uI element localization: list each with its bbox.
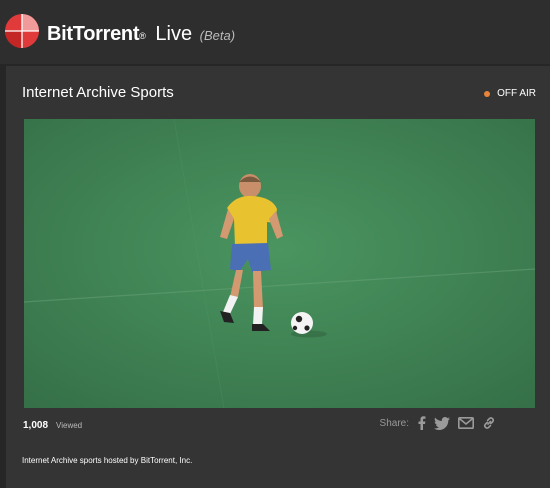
channel-description: Internet Archive sports hosted by BitTor… <box>22 456 193 465</box>
twitter-icon[interactable] <box>434 416 450 430</box>
view-count-label: Viewed <box>56 421 83 430</box>
channel-card: Internet Archive Sports OFF AIR 1,008 Vi… <box>6 66 550 488</box>
status-label: OFF AIR <box>497 88 536 99</box>
facebook-icon[interactable] <box>417 416 426 430</box>
share-label: Share: <box>379 417 409 429</box>
view-count-value: 1,008 <box>23 420 49 431</box>
share-bar: Share: <box>380 416 504 430</box>
email-icon[interactable] <box>458 417 474 429</box>
broadcast-status: OFF AIR <box>484 88 536 99</box>
view-count: 1,008 Viewed <box>23 420 82 431</box>
video-player[interactable] <box>24 119 535 408</box>
bittorrent-logo-icon[interactable] <box>4 13 40 49</box>
video-frame <box>24 119 535 408</box>
status-dot-icon <box>484 90 491 97</box>
link-icon[interactable] <box>482 416 496 430</box>
brand-registered-mark: ® <box>139 31 146 41</box>
brand-product: Live <box>155 23 193 45</box>
brand-name: BitTorrent <box>47 23 140 45</box>
header-bar: BitTorrent® Live (Beta) <box>0 0 550 64</box>
channel-title: Internet Archive Sports <box>22 84 174 101</box>
brand-beta: (Beta) <box>199 28 236 43</box>
brand-title[interactable]: BitTorrent® Live (Beta) <box>47 22 235 48</box>
